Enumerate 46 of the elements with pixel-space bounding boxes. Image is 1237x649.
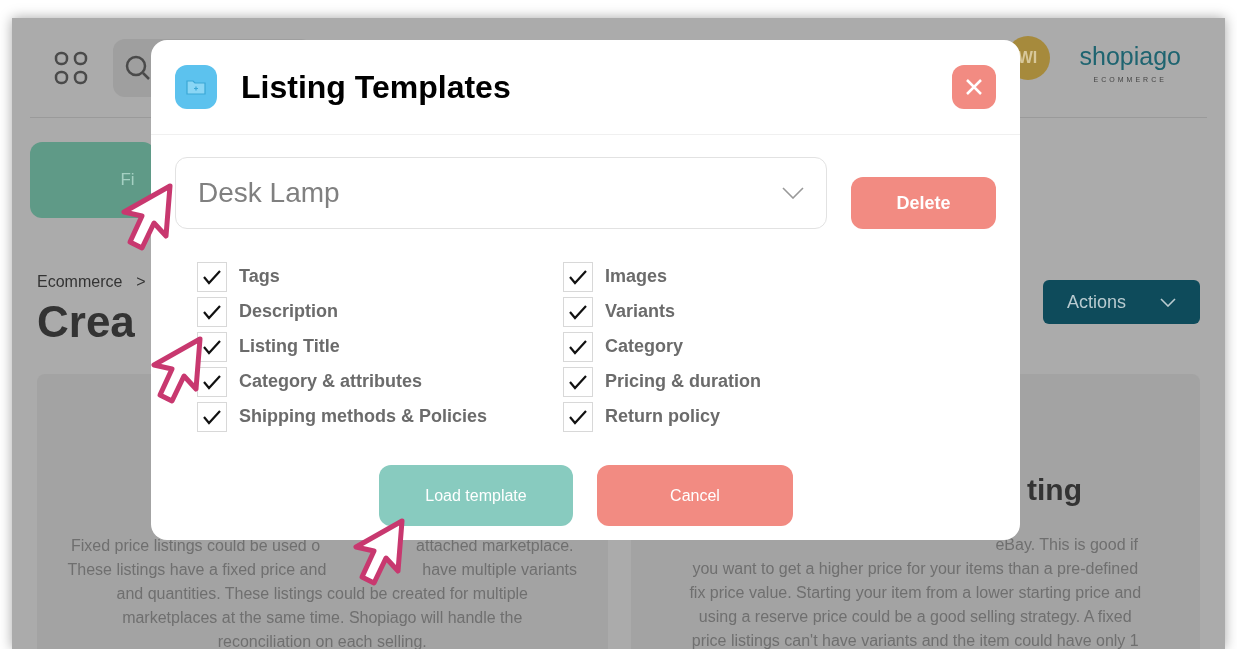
checkmark-icon bbox=[202, 338, 222, 355]
checkmark-icon bbox=[568, 268, 588, 285]
breadcrumb-item[interactable]: Ecommerce bbox=[37, 270, 123, 294]
checkmark-icon bbox=[568, 338, 588, 355]
option-label: Variants bbox=[605, 300, 676, 323]
option-label: Shipping methods & Policies bbox=[239, 405, 488, 428]
checkmark-icon bbox=[568, 408, 588, 425]
close-icon bbox=[965, 78, 983, 96]
load-template-button[interactable]: Load template bbox=[379, 465, 573, 526]
chevron-down-icon bbox=[1160, 297, 1176, 307]
page-title: Crea bbox=[37, 300, 135, 344]
checkmark-icon bbox=[202, 268, 222, 285]
option-label: Tags bbox=[239, 265, 280, 288]
chevron-down-icon bbox=[782, 187, 805, 199]
dialog-title: Listing Templates bbox=[241, 68, 511, 107]
checkbox[interactable] bbox=[197, 261, 227, 292]
checkbox[interactable] bbox=[563, 366, 593, 397]
checkbox[interactable] bbox=[563, 261, 593, 292]
checkbox[interactable] bbox=[563, 401, 593, 432]
checkmark-icon bbox=[202, 373, 222, 390]
select-value: Desk Lamp bbox=[198, 176, 340, 210]
option-label: Images bbox=[605, 265, 668, 288]
app-grid-icon[interactable] bbox=[54, 50, 88, 85]
checkbox[interactable] bbox=[563, 331, 593, 362]
checkmark-icon bbox=[202, 303, 222, 320]
checkbox[interactable] bbox=[197, 401, 227, 432]
delete-button[interactable]: Delete bbox=[851, 177, 996, 229]
option-label: Category & attributes bbox=[239, 370, 423, 393]
checkmark-icon bbox=[568, 303, 588, 320]
option-label: Pricing & duration bbox=[605, 370, 761, 393]
breadcrumb-item[interactable]: > bbox=[136, 270, 146, 294]
option-label: Category bbox=[605, 335, 684, 358]
checkbox[interactable] bbox=[563, 296, 593, 327]
option-label: Listing Title bbox=[239, 335, 340, 358]
cancel-button[interactable]: Cancel bbox=[597, 465, 793, 526]
logo-text: shopiago bbox=[1079, 43, 1181, 69]
checkbox[interactable] bbox=[197, 296, 227, 327]
checkmark-icon bbox=[202, 408, 222, 425]
checkmark-icon bbox=[568, 373, 588, 390]
option-label: Return policy bbox=[605, 405, 720, 428]
folder-icon bbox=[175, 65, 217, 109]
template-select[interactable]: Desk Lamp bbox=[175, 157, 828, 229]
option-label: Description bbox=[239, 300, 339, 323]
search-icon bbox=[125, 54, 151, 81]
card-title: ting bbox=[1027, 472, 1082, 508]
actions-button[interactable]: Actions bbox=[1043, 280, 1200, 324]
